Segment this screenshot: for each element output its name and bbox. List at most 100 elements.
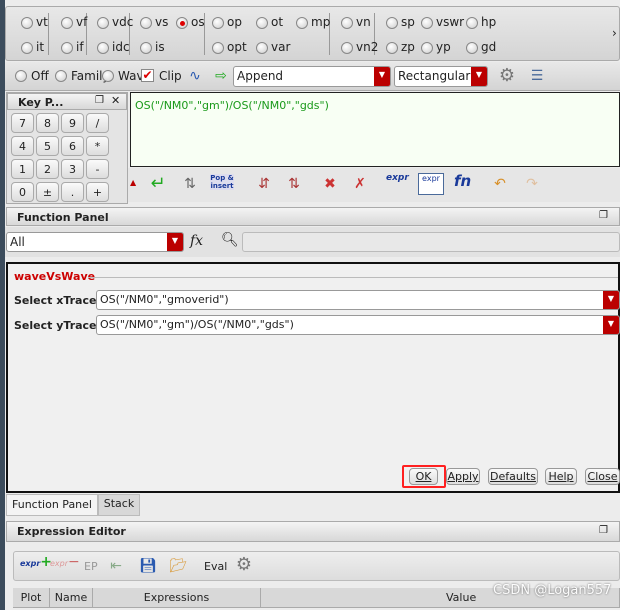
roll-up-icon[interactable]: ⇵: [254, 174, 274, 194]
chevron-down-icon: ▼: [603, 291, 619, 309]
defaults-button[interactable]: Defaults: [488, 468, 538, 485]
radio-vswr[interactable]: [421, 17, 433, 29]
key-button[interactable]: 3: [61, 159, 84, 179]
import-icon[interactable]: ⇤: [106, 556, 126, 576]
tab-stack[interactable]: Stack: [98, 494, 140, 516]
radio-vf[interactable]: [61, 17, 73, 29]
expression-buffer[interactable]: OS("/NM0","gm")/OS("/NM0","gds"): [130, 92, 620, 167]
radio-os[interactable]: [176, 17, 188, 29]
help-button[interactable]: Help: [545, 468, 577, 485]
radio-label-op: op: [227, 15, 242, 29]
column-expressions[interactable]: Expressions: [93, 588, 261, 608]
restore-icon[interactable]: ❐: [599, 210, 608, 221]
expand-arrow-icon[interactable]: ▲: [130, 178, 136, 187]
key-button[interactable]: +: [86, 182, 109, 202]
radio-opt[interactable]: [212, 42, 224, 54]
wave-radio[interactable]: [102, 70, 114, 82]
radio-gd[interactable]: [466, 42, 478, 54]
column-plot[interactable]: Plot: [13, 588, 50, 608]
clear-all-icon[interactable]: ✗: [350, 174, 370, 194]
save-icon[interactable]: 💾︎: [138, 556, 158, 576]
radio-idc[interactable]: [97, 42, 109, 54]
key-button[interactable]: 2: [36, 159, 59, 179]
function-search-input[interactable]: [242, 232, 620, 252]
key-button[interactable]: 0: [11, 182, 34, 202]
radio-var[interactable]: [256, 42, 268, 54]
radio-vs[interactable]: [140, 17, 152, 29]
send-to-table-icon[interactable]: ⇨: [211, 66, 231, 86]
radio-mp[interactable]: [296, 17, 308, 29]
radio-zp[interactable]: [386, 42, 398, 54]
open-folder-icon[interactable]: 📂︎: [168, 556, 188, 576]
ep-button[interactable]: EP: [84, 560, 98, 573]
radio-label-if: if: [76, 40, 84, 54]
restore-icon[interactable]: ❐: [95, 95, 104, 106]
swap-icon[interactable]: ⇅: [180, 174, 200, 194]
format-value: Rectangular: [398, 69, 471, 83]
key-button[interactable]: 4: [11, 136, 34, 156]
radio-vdc[interactable]: [97, 17, 109, 29]
key-button[interactable]: 7: [11, 113, 34, 133]
add-expression-icon[interactable]: expr+: [20, 554, 52, 570]
stack-icon[interactable]: ☰: [527, 66, 547, 86]
key-button[interactable]: *: [86, 136, 109, 156]
clip-checkbox[interactable]: ✔: [141, 69, 154, 82]
off-label: Off: [31, 69, 49, 83]
radio-if[interactable]: [61, 42, 73, 54]
close-button[interactable]: Close: [585, 468, 620, 485]
undo-icon[interactable]: ↶: [490, 174, 510, 194]
key-button[interactable]: 9: [61, 113, 84, 133]
gear-icon[interactable]: ⚙: [234, 555, 254, 575]
radio-vn2[interactable]: [341, 42, 353, 54]
key-button[interactable]: 5: [36, 136, 59, 156]
format-select[interactable]: Rectangular ▼: [394, 66, 488, 87]
radio-op[interactable]: [212, 17, 224, 29]
radio-vn[interactable]: [341, 17, 353, 29]
key-button[interactable]: -: [86, 159, 109, 179]
apply-button[interactable]: Apply: [446, 468, 480, 485]
key-button[interactable]: .: [61, 182, 84, 202]
wave-plot-icon[interactable]: ∿: [185, 66, 205, 86]
key-button[interactable]: 1: [11, 159, 34, 179]
pop-insert-button[interactable]: Pop & insert: [210, 174, 234, 190]
family-radio[interactable]: [55, 70, 67, 82]
ytrace-select[interactable]: OS("/NM0","gm")/OS("/NM0","gds") ▼: [96, 315, 620, 335]
category-select[interactable]: All ▼: [6, 232, 184, 252]
add-expr-icon[interactable]: expr: [386, 173, 409, 183]
delete-expression-icon[interactable]: expr−: [50, 554, 80, 570]
tab-function-panel[interactable]: Function Panel: [6, 494, 98, 516]
radio-yp[interactable]: [421, 42, 433, 54]
key-button[interactable]: 6: [61, 136, 84, 156]
eval-button[interactable]: Eval: [204, 560, 227, 573]
radio-ot[interactable]: [256, 17, 268, 29]
redo-icon[interactable]: ↷: [522, 174, 542, 194]
clear-icon[interactable]: ✖: [320, 174, 340, 194]
ytrace-value: OS("/NM0","gm")/OS("/NM0","gds"): [100, 318, 294, 331]
radio-hp[interactable]: [466, 17, 478, 29]
radio-label-vf: vf: [76, 15, 88, 29]
plot-mode-select[interactable]: Append ▼: [233, 66, 391, 87]
radio-sp[interactable]: [386, 17, 398, 29]
fn-icon[interactable]: fn: [454, 172, 471, 190]
enter-icon[interactable]: ↵: [148, 174, 168, 194]
roll-down-icon[interactable]: ⇅: [284, 174, 304, 194]
key-button[interactable]: ±: [36, 182, 59, 202]
column-name[interactable]: Name: [50, 588, 93, 608]
off-radio[interactable]: [15, 70, 27, 82]
restore-icon[interactable]: ❐: [599, 525, 608, 536]
close-icon[interactable]: ✕: [111, 94, 120, 107]
radio-label-hp: hp: [481, 15, 497, 29]
xtrace-value: OS("/NM0","gmoverid"): [100, 293, 229, 306]
radio-label-opt: opt: [227, 40, 247, 54]
gear-icon[interactable]: ⚙: [497, 66, 517, 86]
radio-vt[interactable]: [21, 17, 33, 29]
xtrace-select[interactable]: OS("/NM0","gmoverid") ▼: [96, 290, 620, 310]
expr-table-icon[interactable]: expr: [418, 173, 444, 195]
fx-icon[interactable]: fx: [190, 233, 203, 249]
ok-button[interactable]: OK: [409, 468, 438, 485]
key-button[interactable]: /: [86, 113, 109, 133]
radio-is[interactable]: [140, 42, 152, 54]
radio-it[interactable]: [21, 42, 33, 54]
key-button[interactable]: 8: [36, 113, 59, 133]
more-chevron[interactable]: ›: [612, 26, 617, 40]
